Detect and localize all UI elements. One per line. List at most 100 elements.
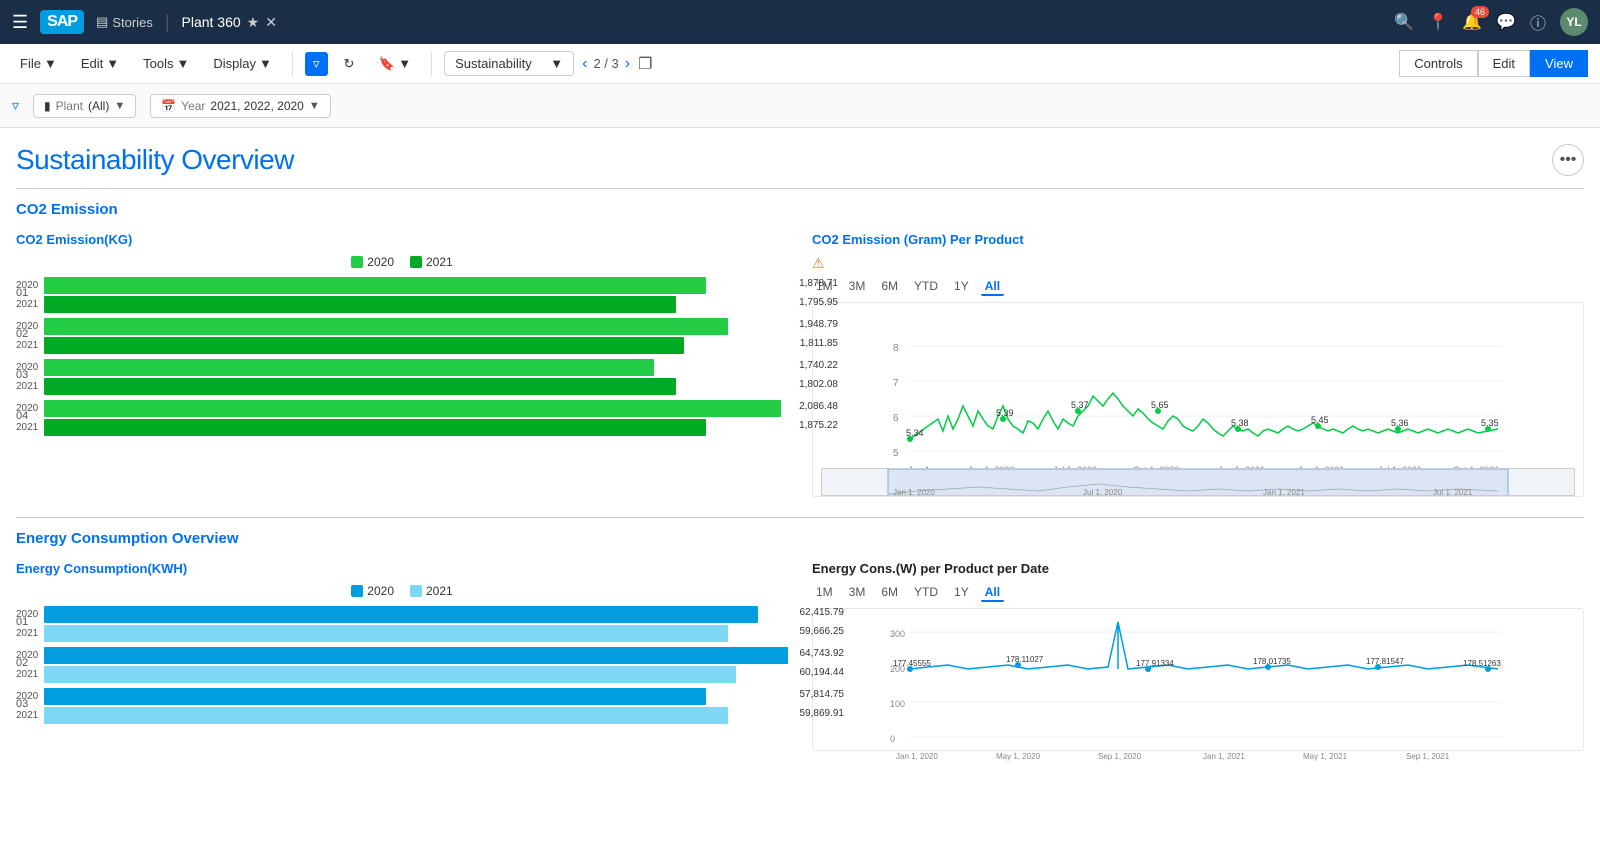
energy-filter-1y[interactable]: 1Y (950, 584, 973, 602)
filter-bar: ▿ ▮ Plant (All) ▼ 📅 Year 2021, 2022, 202… (0, 84, 1600, 128)
energy-bar-row-02-2021: 2021 60,194.44 (71, 666, 788, 683)
stories-label: Stories (112, 15, 152, 30)
section-divider-energy (16, 517, 1584, 518)
bar-year-label: 2021 (16, 710, 44, 721)
energy-ts-chart-container: 0 100 200 300 (812, 608, 1584, 751)
notification-badge: 46 (1471, 6, 1489, 18)
page-navigation: ‹ 2 / 3 › (582, 55, 630, 73)
svg-text:177.91334: 177.91334 (1136, 659, 1174, 668)
legend-dot-2020 (351, 256, 363, 268)
location-icon[interactable]: 📍 (1428, 12, 1448, 32)
page-title: Sustainability Overview (16, 144, 294, 176)
next-page-button[interactable]: › (625, 55, 630, 73)
energy-bar-fill-02-2021 (44, 666, 736, 683)
bar-year-label: 2021 (16, 381, 44, 392)
plant-filter[interactable]: ▮ Plant (All) ▼ (33, 94, 136, 118)
chat-icon[interactable]: 💬 (1496, 12, 1516, 32)
chevron-down-icon: ▼ (176, 56, 189, 71)
stories-icon: ▤ (96, 14, 108, 30)
toolbar-separator-2 (431, 52, 432, 76)
close-icon[interactable]: ✕ (265, 14, 277, 31)
svg-text:7: 7 (893, 378, 899, 389)
energy-bar-value-02-2021: 60,194.44 (800, 667, 845, 678)
energy-filter-ytd[interactable]: YTD (910, 584, 942, 602)
calendar-icon: 📅 (161, 99, 176, 113)
chevron-down-icon: ▼ (114, 100, 125, 112)
story-dropdown[interactable]: Sustainability ▼ (444, 51, 574, 76)
section-divider-co2 (16, 188, 1584, 189)
svg-text:Jul 1, 2020: Jul 1, 2020 (1083, 488, 1123, 496)
co2-navigator[interactable]: Jan 1, 2020 Jul 1, 2020 Jan 1, 2021 Jul … (821, 468, 1575, 496)
energy-filter-all[interactable]: All (981, 584, 1004, 602)
svg-text:Jan 1, 2020: Jan 1, 2020 (896, 752, 938, 761)
energy-svg-chart: 0 100 200 300 (821, 617, 1575, 747)
filter-3m[interactable]: 3M (845, 278, 870, 296)
svg-text:177.81547: 177.81547 (1366, 657, 1404, 666)
filter-icon: ▿ (12, 97, 19, 114)
view-button[interactable]: View (1530, 50, 1588, 77)
group-label-01: 01 (16, 287, 28, 299)
group-label-03: 03 (16, 369, 28, 381)
group-label-02: 02 (16, 328, 28, 340)
user-avatar[interactable]: YL (1560, 8, 1588, 36)
notification-icon[interactable]: 🔔 46 (1462, 12, 1482, 32)
bar-value-03-2021: 1,802.08 (799, 379, 838, 390)
help-icon[interactable]: ⓘ (1530, 10, 1546, 34)
energy-bar-row-01-2020: 2020 62,415.79 (71, 606, 788, 623)
search-icon[interactable]: 🔍 (1394, 12, 1414, 32)
tools-menu[interactable]: Tools ▼ (135, 52, 197, 75)
energy-bar-fill-02-2020 (44, 647, 788, 664)
bar-row-02-2021: 2021 1,811.85 (71, 337, 788, 354)
edit-menu[interactable]: Edit ▼ (73, 52, 127, 75)
stories-nav[interactable]: ▤ Stories (96, 14, 153, 30)
filter-all[interactable]: All (981, 278, 1004, 296)
svg-text:0: 0 (890, 734, 895, 744)
edit-view-button[interactable]: Edit (1478, 50, 1530, 77)
controls-button[interactable]: Controls (1399, 50, 1477, 77)
energy-filter-1m[interactable]: 1M (812, 584, 837, 602)
filter-active-button[interactable]: ▿ (305, 52, 328, 76)
bar-value-01-2020: 1,878.71 (799, 278, 838, 289)
energy-bar-row-02-2020: 2020 64,743.92 (71, 647, 788, 664)
bar-value-03-2020: 1,740.22 (799, 360, 838, 371)
bar-row-01-2021: 2021 1,795.95 (71, 296, 788, 313)
page-options-button[interactable]: ••• (1552, 144, 1584, 176)
hamburger-icon[interactable]: ☰ (12, 12, 28, 33)
refresh-button[interactable]: ↻ (336, 52, 363, 76)
energy-filter-3m[interactable]: 3M (845, 584, 870, 602)
filter-ytd[interactable]: YTD (910, 278, 942, 296)
energy-group-label-02: 02 (16, 657, 28, 669)
filter-6m[interactable]: 6M (877, 278, 902, 296)
energy-timeseries-panel: Energy Cons.(W) per Product per Date 1M … (812, 561, 1584, 751)
co2-timeseries-panel: CO2 Emission (Gram) Per Product ⚠ 1M 3M … (812, 232, 1584, 497)
svg-text:5.38: 5.38 (1231, 418, 1249, 428)
svg-text:Jan 1, 2020: Jan 1, 2020 (893, 488, 935, 496)
year-filter[interactable]: 📅 Year 2021, 2022, 2020 ▼ (150, 94, 331, 118)
bookmark-button[interactable]: 🔖 ▼ (370, 52, 419, 76)
file-menu[interactable]: File ▼ (12, 52, 65, 75)
plant-title: Plant 360 ★ ✕ (182, 14, 277, 31)
co2-section: CO2 Emission CO2 Emission(KG) 2020 2021 (16, 201, 1584, 497)
display-menu[interactable]: Display ▼ (205, 52, 280, 75)
energy-legend-2020: 2020 (351, 584, 394, 598)
warning-row: ⚠ (812, 255, 1584, 272)
energy-filter-6m[interactable]: 6M (877, 584, 902, 602)
svg-text:5.45: 5.45 (1311, 415, 1329, 425)
star-icon[interactable]: ★ (247, 14, 260, 31)
energy-bar-value-03-2021: 59,869.91 (800, 708, 845, 719)
bar-value-04-2020: 2,086.48 (799, 401, 838, 412)
legend-2021: 2021 (410, 255, 453, 269)
prev-page-button[interactable]: ‹ (582, 55, 587, 73)
energy-legend-dot-2020 (351, 585, 363, 597)
energy-bar-fill-01-2020 (44, 606, 758, 623)
chevron-down-icon: ▼ (309, 100, 320, 112)
filter-1y[interactable]: 1Y (950, 278, 973, 296)
expand-icon[interactable]: ❐ (638, 54, 652, 74)
bar-row-03-2020: 2020 1,740.22 (71, 359, 788, 376)
plant-filter-value: (All) (88, 99, 109, 113)
bar-fill-04-2020 (44, 400, 781, 417)
year-filter-value: 2021, 2022, 2020 (210, 99, 303, 113)
co2-time-filters: 1M 3M 6M YTD 1Y All (812, 278, 1584, 296)
plant-filter-label: Plant (56, 99, 83, 113)
energy-bar-chart-title: Energy Consumption(KWH) (16, 561, 788, 576)
